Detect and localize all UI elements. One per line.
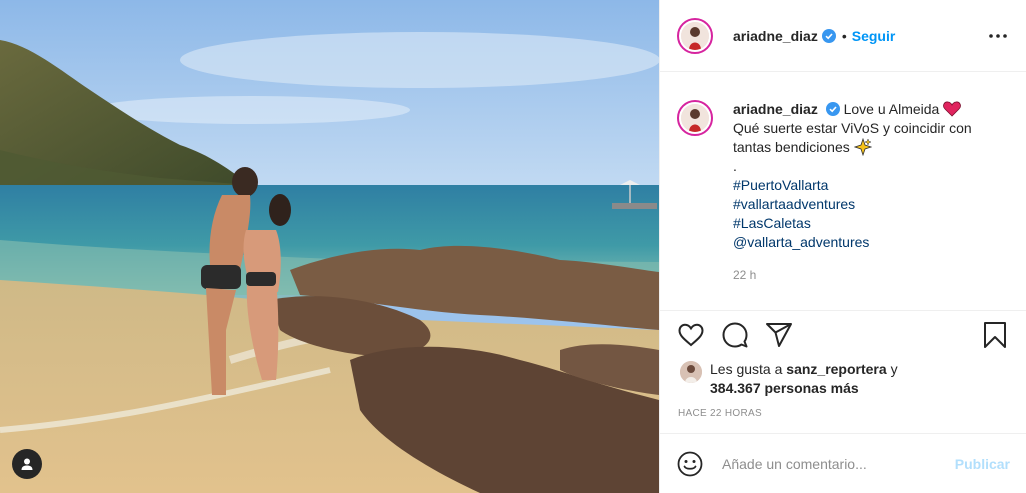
- hashtag-link[interactable]: #PuertoVallarta: [733, 176, 972, 195]
- like-button[interactable]: [676, 320, 706, 350]
- author-avatar[interactable]: [677, 17, 713, 54]
- more-options-button[interactable]: [986, 24, 1010, 48]
- verified-badge-icon: [821, 28, 836, 43]
- paper-plane-icon: [766, 322, 792, 347]
- avatar-image: [681, 21, 709, 50]
- user-tag-button[interactable]: [12, 449, 42, 479]
- likes-prefix: Les gusta a: [710, 361, 783, 377]
- comment-bubble-icon: [722, 322, 748, 347]
- caption-timestamp[interactable]: 22 h: [733, 266, 972, 285]
- likes-count-link[interactable]: 384.367 personas más: [710, 380, 859, 396]
- caption: ariadne_diaz Love u Almeida Qué suerte e…: [677, 100, 1010, 285]
- author-username-link[interactable]: ariadne_diaz: [733, 28, 818, 44]
- verified-badge-icon: [825, 102, 840, 116]
- caption-line-2: Qué suerte estar ViVoS y coincidir con: [733, 120, 972, 136]
- emoji-smiley-icon: [677, 451, 703, 476]
- post-photo[interactable]: [0, 0, 659, 493]
- likes-count: 384.367: [710, 380, 761, 396]
- comments-area: ariadne_diaz Love u Almeida Qué suerte e…: [660, 72, 1026, 310]
- caption-text: ariadne_diaz Love u Almeida Qué suerte e…: [733, 100, 972, 285]
- follow-button[interactable]: Seguir: [852, 28, 896, 44]
- post-timestamp[interactable]: HACE 22 HORAS: [678, 408, 762, 419]
- caption-username-link[interactable]: ariadne_diaz: [733, 101, 818, 117]
- user-tag-icon: [21, 458, 33, 470]
- red-heart-emoji-icon: [943, 101, 962, 117]
- comment-button[interactable]: [720, 320, 750, 350]
- hashtag-link[interactable]: #LasCaletas: [733, 214, 972, 233]
- heart-outline-icon: [678, 323, 704, 346]
- caption-line-4: .: [733, 158, 737, 174]
- likes-conjunction: y: [890, 361, 898, 377]
- sparkles-emoji-icon: [853, 137, 872, 157]
- hashtag-link[interactable]: #vallartaadventures: [733, 195, 972, 214]
- caption-author-avatar[interactable]: [677, 100, 713, 136]
- share-button[interactable]: [764, 320, 794, 350]
- caption-line-1: Love u Almeida: [843, 101, 940, 117]
- save-button[interactable]: [980, 320, 1010, 350]
- emoji-picker-button[interactable]: [676, 450, 704, 478]
- likes-summary: Les gusta a sanz_reportera y 384.367 per…: [680, 360, 1010, 398]
- separator-dot: •: [841, 27, 847, 44]
- comment-composer: Publicar: [660, 433, 1026, 493]
- avatar-image: [680, 361, 702, 383]
- publish-button[interactable]: Publicar: [955, 456, 1010, 472]
- likes-suffix: personas más: [764, 380, 859, 396]
- liker-username-link[interactable]: sanz_reportera: [786, 361, 886, 377]
- bookmark-icon: [984, 321, 1006, 348]
- mention-link[interactable]: @vallarta_adventures: [733, 233, 972, 252]
- post-side-panel: ariadne_diaz • Seguir ariadne_diaz Love …: [659, 0, 1026, 493]
- liker-avatar[interactable]: [680, 361, 702, 383]
- avatar-image: [681, 104, 709, 132]
- more-options-icon: [989, 33, 1007, 38]
- beach-photo: [0, 0, 659, 493]
- post-actions-bar: [660, 310, 1026, 358]
- post-header: ariadne_diaz • Seguir: [660, 0, 1026, 72]
- caption-line-3: tantas bendiciones: [733, 139, 850, 155]
- comment-input[interactable]: [722, 455, 955, 472]
